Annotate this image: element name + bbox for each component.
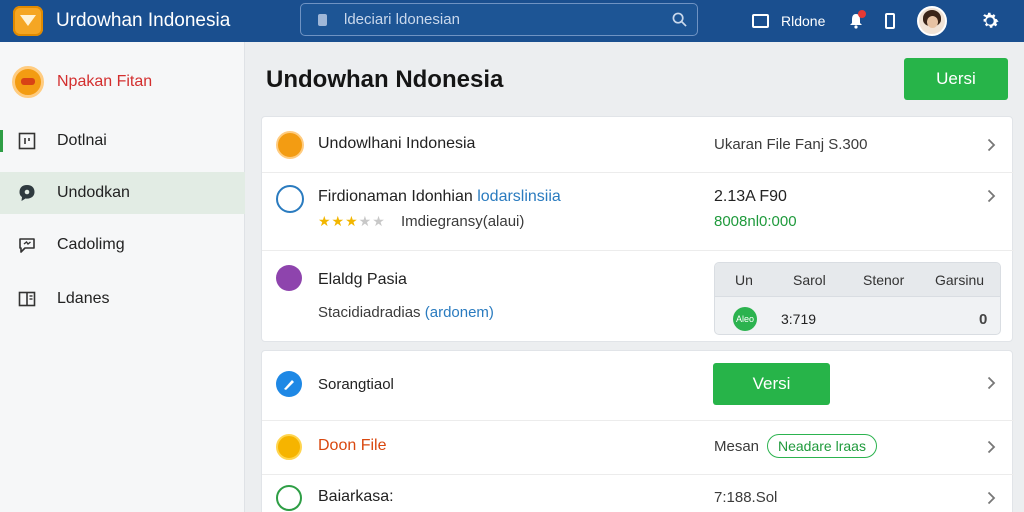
chat-icon <box>19 238 35 253</box>
app-logo-icon <box>276 131 304 159</box>
active-indicator <box>0 130 3 152</box>
stats-table: Un Sarol Stenor Garsinu Aleo 3:719 0 <box>714 262 1001 335</box>
dashboard-icon <box>18 132 36 150</box>
chevron-right-icon[interactable] <box>987 189 996 203</box>
page-title: Undowhan Ndonesia <box>266 66 504 93</box>
item-subtitle: Stacidiadradias (ardonem) <box>318 304 494 321</box>
status-badge: Neadare lraas <box>767 434 877 458</box>
list-item[interactable]: Elaldg Pasia Stacidiadradias (ardonem) U… <box>262 251 1014 343</box>
book-icon <box>18 291 36 307</box>
sidebar-item-chat[interactable]: Cadolimg <box>0 224 245 266</box>
app-logo-icon <box>13 6 43 36</box>
list-item[interactable]: Undowlhani Indonesia Ukaran File Fanj S.… <box>262 117 1014 173</box>
sidebar-item-label: Cadolimg <box>57 236 125 253</box>
search-bar[interactable] <box>300 3 698 36</box>
phone-icon[interactable] <box>885 13 896 29</box>
item-link[interactable]: lodarslinsiia <box>477 188 561 205</box>
download-icon <box>19 185 35 201</box>
chevron-right-icon[interactable] <box>987 491 996 505</box>
item-title-text: Firdionaman Idonhian <box>318 188 473 205</box>
item-title: Elaldg Pasia <box>318 271 407 288</box>
table-badge: Aleo <box>733 307 757 331</box>
top-bar: Urdowhan Indonesia Rldone <box>0 0 1024 42</box>
sidebar: Npakan Fitan Dotlnai Undodkan Cadolimg L… <box>0 42 245 512</box>
item-title: Sorangtiaol <box>318 376 394 393</box>
sidebar-item-download[interactable]: Undodkan <box>0 172 245 214</box>
topbar-actions: Rldone <box>748 0 1001 42</box>
table-header: Un Sarol Stenor Garsinu <box>715 263 1000 297</box>
star-rating: ★★★★★ <box>318 213 386 229</box>
item-subtitle-text: Stacidiadradias <box>318 304 421 321</box>
files-card: Sorangtiaol Versi Doon File Mesan Neadar… <box>261 350 1014 512</box>
chevron-right-icon[interactable] <box>987 376 996 390</box>
list-item[interactable]: Baiarkasa: 7:188.Sol <box>262 475 1014 512</box>
gear-icon[interactable] <box>979 10 1001 32</box>
item-meta: Mesan <box>714 438 760 455</box>
search-input[interactable] <box>344 11 644 28</box>
table-count: 0 <box>979 311 988 328</box>
item-title: Doon File <box>318 437 387 454</box>
table-header-cell: Un <box>735 272 753 288</box>
file-icon <box>276 434 302 460</box>
app-logo-icon <box>276 265 302 291</box>
edit-icon <box>276 371 302 397</box>
table-header-cell: Stenor <box>863 272 905 288</box>
rating-note: Imdiegransy(alaui) <box>401 213 525 230</box>
brand[interactable]: Urdowhan Indonesia <box>13 6 230 36</box>
circle-icon <box>276 485 302 511</box>
app-logo-icon <box>276 185 304 213</box>
list-item[interactable]: Sorangtiaol Versi <box>262 351 1014 421</box>
table-header-cell: Garsinu <box>935 272 985 288</box>
sidebar-logo-icon <box>12 66 44 98</box>
item-size: 2.13A F90 <box>714 188 787 205</box>
sidebar-item-label: Dotlnai <box>57 132 107 149</box>
notification-badge <box>858 10 867 18</box>
primary-version-button[interactable]: Uersi <box>904 58 1008 100</box>
app-title: Urdowhan Indonesia <box>56 10 231 31</box>
item-meta: 7:188.Sol <box>714 489 778 506</box>
sidebar-header-label: Npakan Fitan <box>57 73 153 90</box>
user-name[interactable]: Rldone <box>781 13 825 29</box>
notification-bell-icon[interactable] <box>849 10 867 29</box>
version-button[interactable]: Versi <box>713 363 830 405</box>
list-item[interactable]: Firdionaman Idonhian lodarslinsiia ★★★★★… <box>262 173 1014 251</box>
pen-icon <box>284 380 294 390</box>
apps-card: Undowlhani Indonesia Ukaran File Fanj S.… <box>261 116 1014 343</box>
table-value: 3:719 <box>781 311 817 327</box>
sidebar-item-dashboard[interactable]: Dotlnai <box>0 120 245 162</box>
user-avatar[interactable] <box>917 6 948 36</box>
list-item[interactable]: Doon File Mesan Neadare lraas <box>262 421 1014 475</box>
sidebar-item-book[interactable]: Ldanes <box>0 278 245 320</box>
item-title: Firdionaman Idonhian lodarslinsiia <box>318 188 561 206</box>
item-meta: Ukaran File Fanj S.300 <box>714 136 868 153</box>
item-title: Baiarkasa: <box>318 488 394 505</box>
lock-icon <box>318 13 327 26</box>
monitor-icon[interactable] <box>752 14 769 28</box>
chevron-right-icon[interactable] <box>987 138 996 152</box>
item-subtitle-link[interactable]: (ardonem) <box>425 304 494 321</box>
sidebar-item-label: Ldanes <box>57 290 110 307</box>
item-title: Undowlhani Indonesia <box>318 135 476 152</box>
search-icon[interactable] <box>672 12 687 27</box>
sidebar-header[interactable]: Npakan Fitan <box>12 66 152 98</box>
chevron-right-icon[interactable] <box>987 440 996 454</box>
sidebar-item-label: Undodkan <box>57 184 130 201</box>
table-header-cell: Sarol <box>793 272 826 288</box>
item-count: 8008nl0:000 <box>714 213 797 230</box>
